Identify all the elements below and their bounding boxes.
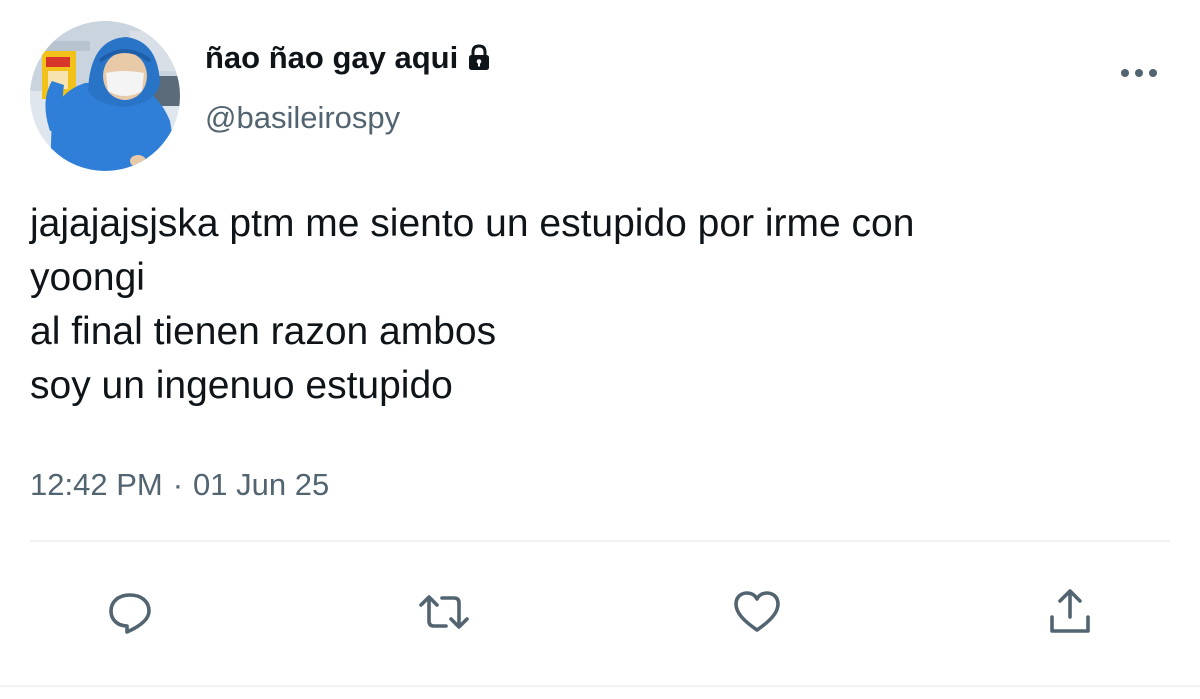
tweet-text-line: soy un ingenuo estupido — [30, 364, 453, 407]
like-icon — [734, 591, 780, 632]
retweet-icon — [419, 595, 469, 629]
tweet-time: 12:42 PM — [30, 467, 163, 502]
tweet-text: jajajajsjska ptm me siento un estupido p… — [30, 197, 1160, 413]
reply-icon — [109, 593, 151, 634]
avatar-image — [30, 21, 180, 171]
user-handle[interactable]: @basileirospy — [205, 96, 400, 140]
avatar[interactable] — [30, 21, 180, 171]
display-name-text: ñao ñao gay aqui — [205, 40, 459, 75]
bottom-divider — [0, 685, 1200, 687]
more-options-button[interactable] — [1112, 58, 1166, 88]
tweet-text-line: al final tienen razon ambos — [30, 310, 497, 353]
tweet-date: 01 Jun 25 — [193, 467, 330, 502]
tweet-timestamp[interactable]: 12:42 PM · 01 Jun 25 — [30, 463, 329, 507]
share-button[interactable] — [1038, 580, 1102, 644]
tweet-card: ñao ñao gay aqui @basileirospy jajajajsj… — [0, 0, 1200, 699]
share-icon — [1050, 589, 1090, 633]
divider — [30, 540, 1170, 542]
tweet-text-line: jajajajsjska ptm me siento un estupido p… — [30, 202, 915, 245]
more-icon — [1121, 69, 1157, 77]
retweet-button[interactable] — [412, 580, 476, 644]
reply-button[interactable] — [98, 580, 162, 644]
tweet-text-line: yoongi — [30, 256, 145, 299]
display-name[interactable]: ñao ñao gay aqui — [205, 38, 494, 78]
timestamp-separator: · — [172, 467, 184, 502]
lock-icon — [464, 43, 494, 73]
like-button[interactable] — [725, 580, 789, 644]
